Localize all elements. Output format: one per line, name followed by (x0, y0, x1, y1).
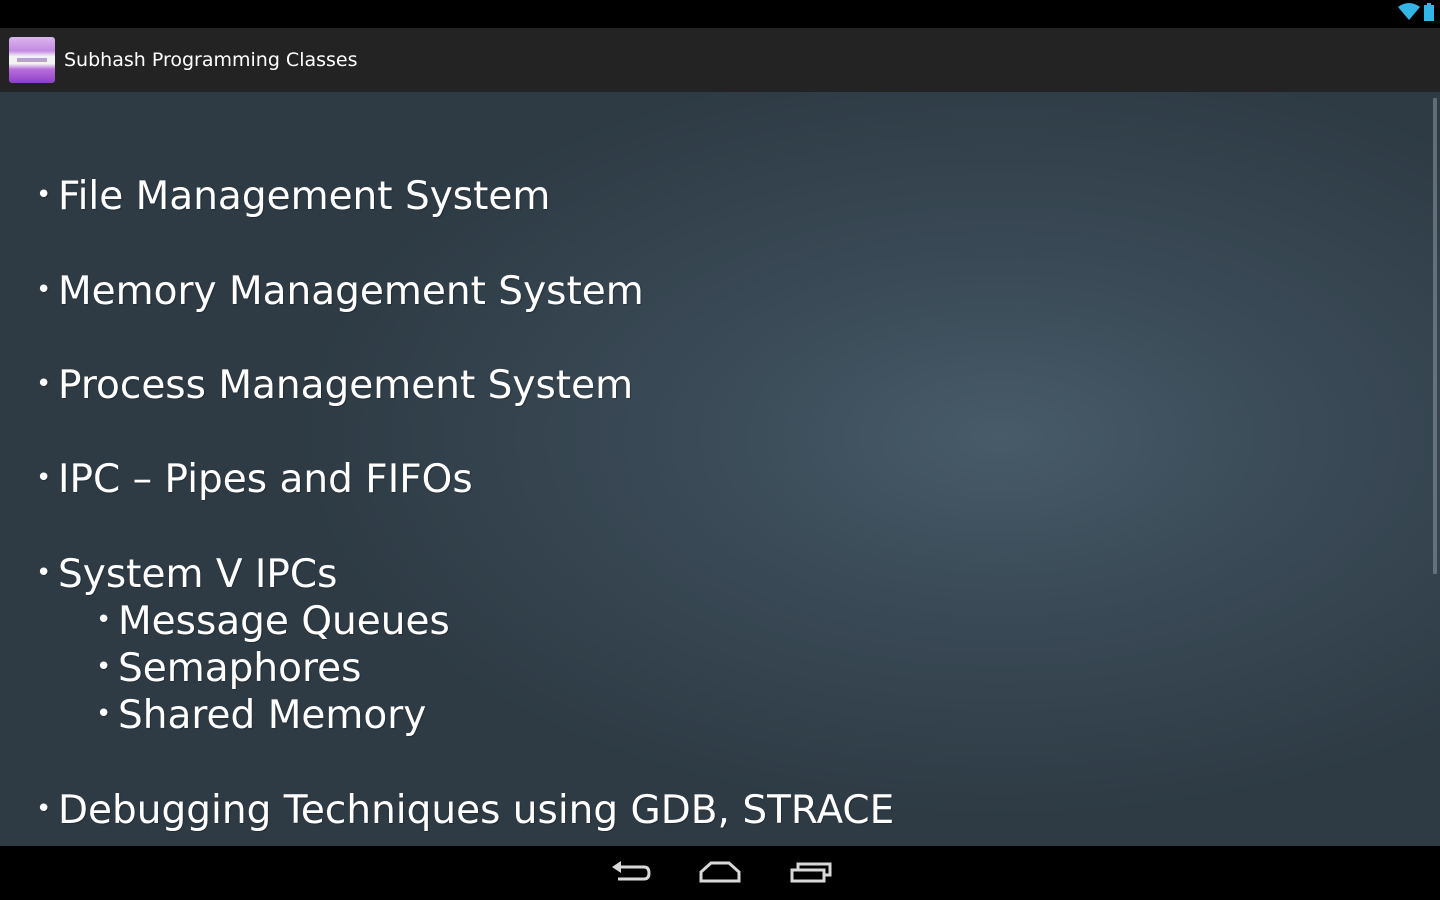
app-icon[interactable] (9, 37, 55, 83)
back-button[interactable] (608, 858, 652, 888)
topic-item: • Process Management System (36, 363, 633, 408)
back-icon (608, 861, 652, 892)
wifi-icon (1398, 3, 1420, 25)
subtopic-label: Semaphores (118, 646, 362, 691)
bullet: • (36, 369, 52, 399)
topic-label: System V IPCs (58, 552, 338, 597)
app-title: Subhash Programming Classes (64, 49, 358, 71)
subtopic-label: Message Queues (118, 599, 450, 644)
subtopic-item: • Shared Memory (96, 693, 426, 738)
topic-item: • System V IPCs (36, 552, 337, 597)
navigation-bar (0, 846, 1440, 900)
bullet: • (36, 463, 52, 493)
topic-label: IPC – Pipes and FIFOs (58, 457, 473, 502)
topic-item: • IPC – Pipes and FIFOs (36, 457, 473, 502)
bullet: • (36, 275, 52, 305)
recent-apps-icon (788, 862, 832, 892)
battery-icon (1424, 3, 1434, 25)
topic-item: • File Management System (36, 174, 550, 219)
subtopic-label: Shared Memory (118, 693, 427, 738)
bullet: • (36, 558, 52, 588)
bullet: • (96, 652, 112, 682)
topic-item: • Debugging Techniques using GDB, STRACE (36, 788, 894, 833)
topic-label: File Management System (58, 174, 551, 219)
app-icon-bar (17, 58, 47, 62)
subtopic-item: • Semaphores (96, 646, 361, 691)
action-bar: Subhash Programming Classes (0, 28, 1440, 92)
recent-apps-button[interactable] (788, 858, 832, 888)
topic-item: • Memory Management System (36, 269, 644, 314)
topic-label: Debugging Techniques using GDB, STRACE (58, 788, 895, 833)
subtopic-item: • Message Queues (96, 599, 450, 644)
status-icons (1398, 3, 1434, 25)
home-button[interactable] (698, 858, 742, 888)
bullet: • (36, 180, 52, 210)
scrollbar[interactable] (1433, 98, 1437, 574)
bullet: • (36, 794, 52, 824)
home-icon (698, 861, 742, 892)
slide-content[interactable]: • File Management System • Memory Manageme… (0, 92, 1440, 846)
bullet: • (96, 605, 112, 635)
topic-label: Process Management System (58, 363, 634, 408)
bullet: • (96, 699, 112, 729)
topic-label: Memory Management System (58, 269, 644, 314)
status-bar (0, 0, 1440, 28)
